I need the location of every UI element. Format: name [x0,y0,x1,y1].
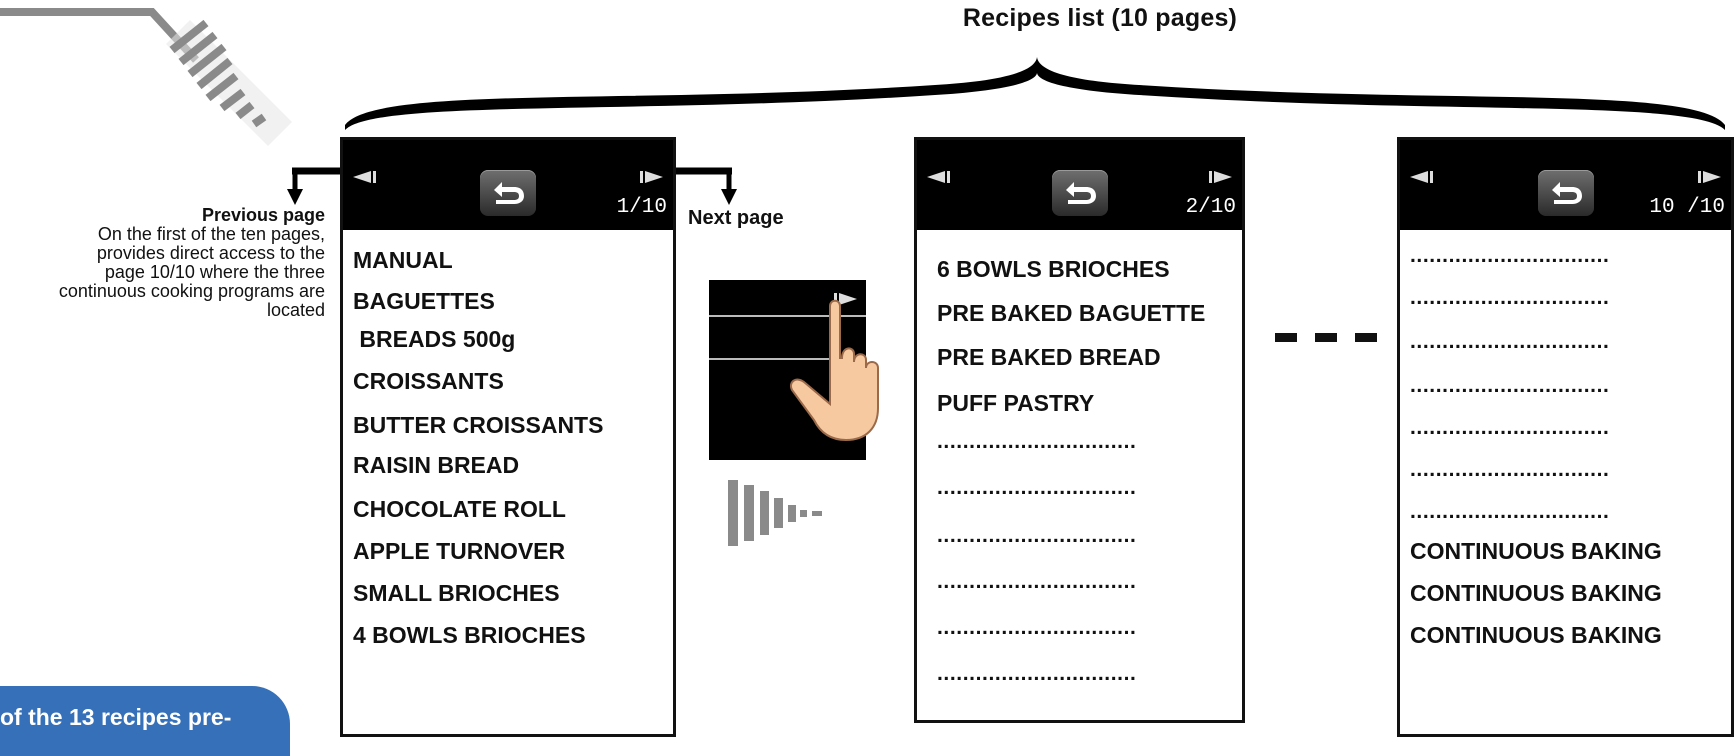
list-item[interactable]: ............................... [1410,416,1609,440]
return-arrow-icon [1065,182,1096,204]
panel-header: 1/10 [343,140,673,230]
ellipsis-dash [1315,333,1337,342]
note-line: On the first of the ten pages, [97,224,325,244]
triangle-right-icon[interactable] [639,169,663,185]
list-item[interactable]: SMALL BRIOCHES [353,580,560,607]
return-arrow-icon [494,182,524,204]
list-item[interactable]: CHOCOLATE ROLL [353,496,566,523]
previous-page-note: Previous page On the first of the ten pa… [0,206,325,320]
bubble-text: of the 13 recipes pre- [0,704,232,730]
note-line: continuous cooking programs are [58,281,325,301]
note-line: provides direct access to the [96,243,325,263]
list-item[interactable]: MANUAL [353,247,453,274]
triangle-left-icon[interactable] [1410,169,1434,185]
list-item[interactable]: ............................... [937,662,1136,686]
page-number: 2/10 [1185,196,1236,219]
list-item[interactable]: ............................... [937,524,1136,548]
list-item[interactable]: 6 BOWLS BRIOCHES [937,256,1170,283]
note-line: located [266,300,325,320]
pointing-hand-icon [790,299,879,442]
list-item[interactable]: ............................... [1410,500,1609,524]
info-bubble: of the 13 recipes pre- [0,686,290,756]
page-number: 1/10 [616,196,667,219]
list-item[interactable]: ............................... [937,476,1136,500]
list-item[interactable]: ............................... [1410,374,1609,398]
list-item[interactable]: ............................... [937,616,1136,640]
signal-bars-icon [728,480,822,546]
list-item[interactable]: ............................... [937,570,1136,594]
list-item[interactable]: PRE BAKED BREAD [937,344,1161,371]
brace-connector [345,57,1725,130]
triangle-right-icon[interactable] [1208,169,1232,185]
list-item[interactable]: BUTTER CROISSANTS [353,412,603,439]
list-item[interactable]: ............................... [1410,458,1609,482]
list-item[interactable]: BAGUETTES [353,288,495,315]
list-item[interactable]: PUFF PASTRY [937,390,1094,417]
list-item[interactable]: BREADS 500g [353,326,515,353]
list-item[interactable]: ............................... [1410,286,1609,310]
panel-header: 2/10 [917,140,1242,230]
recipe-page-panel-2: 2/10 6 BOWLS BRIOCHES PRE BAKED BAGUETTE… [914,137,1245,723]
page-number: 10 /10 [1649,196,1725,219]
ellipsis-dash [1275,333,1297,342]
next-page-label: Next page [688,207,784,229]
list-item[interactable]: CONTINUOUS BAKING [1410,622,1662,649]
list-item[interactable]: APPLE TURNOVER [353,538,565,565]
return-arrow-icon [1551,182,1582,204]
recipe-page-panel-10: 10 /10 ............................... .… [1397,137,1734,737]
list-item[interactable]: ............................... [1410,330,1609,354]
list-item[interactable]: CONTINUOUS BAKING [1410,538,1662,565]
list-item[interactable]: ............................... [1410,244,1609,268]
list-item[interactable]: CONTINUOUS BAKING [1410,580,1662,607]
previous-page-heading: Previous page [201,205,325,225]
triangle-left-icon[interactable] [927,169,951,185]
recipe-page-panel-1: 1/10 MANUAL BAGUETTES BREADS 500g CROISS… [340,137,676,737]
back-button[interactable] [480,170,536,216]
triangle-right-icon[interactable] [1697,169,1721,185]
list-item[interactable]: CROISSANTS [353,368,504,395]
knife-logo-icon [0,8,292,146]
back-button[interactable] [1537,170,1594,216]
ellipsis-dash [1355,333,1377,342]
panel-header: 10 /10 [1400,140,1731,230]
list-item[interactable]: RAISIN BREAD [353,452,519,479]
triangle-left-icon[interactable] [353,169,377,185]
list-item[interactable]: ............................... [937,430,1136,454]
list-item[interactable]: PRE BAKED BAGUETTE [937,300,1205,327]
note-line: page 10/10 where the three [104,262,325,282]
back-button[interactable] [1051,170,1108,216]
diagram-title: Recipes list (10 pages) [962,4,1238,32]
list-item[interactable]: 4 BOWLS BRIOCHES [353,622,586,649]
